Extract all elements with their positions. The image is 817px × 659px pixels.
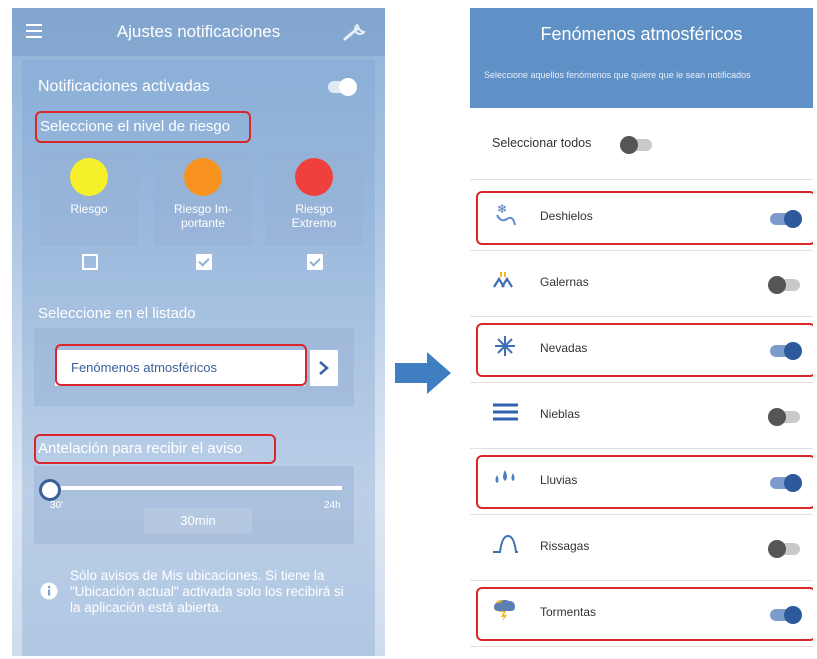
gale-icon	[492, 267, 518, 293]
risk-level-label: Riesgo	[295, 202, 333, 216]
highlight-list-button	[55, 344, 307, 386]
phenomenon-toggle[interactable]	[768, 408, 800, 426]
slider-value-label: 30min	[180, 513, 216, 528]
risk-level-checkbox[interactable]	[307, 254, 323, 270]
risk-color-circle	[295, 158, 333, 196]
select-all-label: Seleccionar todos	[492, 136, 592, 150]
advance-slider-track[interactable]	[50, 486, 342, 490]
info-text: Sólo avisos de Mis ubicaciones. Si tiene…	[70, 568, 344, 615]
slider-min-label: 30'	[50, 500, 64, 511]
risk-level-card[interactable]: Riesgo Im-portante	[154, 150, 252, 246]
highlight-row	[476, 191, 813, 245]
list-section-title: Seleccione en el listado	[38, 305, 196, 322]
left-screen: Ajustes notificaciones Notificaciones ac…	[12, 8, 385, 656]
wave-icon	[492, 531, 518, 557]
risk-level-label: Riesgo Im-	[173, 202, 232, 216]
list-divider	[470, 646, 813, 647]
notifications-toggle[interactable]	[328, 78, 357, 96]
risk-level-checkbox[interactable]	[82, 254, 98, 270]
phenomenon-row: Rissagas	[470, 515, 813, 581]
highlight-row	[476, 455, 813, 509]
select-all-toggle[interactable]	[620, 136, 652, 154]
header	[470, 8, 813, 108]
notifications-label: Notificaciones activadas	[38, 78, 210, 95]
risk-level-checkbox[interactable]	[196, 254, 212, 270]
phenomenon-row: Tormentas	[470, 581, 813, 647]
phenomenon-row: Nieblas	[470, 383, 813, 449]
slider-max-label: 24h	[324, 500, 341, 511]
phenomenon-toggle[interactable]	[768, 540, 800, 558]
phenomena-subtitle: Seleccione aquellos fenómenos que quiere…	[484, 70, 751, 80]
list-open-button[interactable]	[310, 350, 338, 386]
phenomenon-toggle[interactable]	[768, 276, 800, 294]
phenomenon-label: Galernas	[540, 275, 589, 289]
list-divider	[470, 179, 813, 180]
phenomenon-label: Nieblas	[540, 407, 581, 421]
phenomenon-row: Lluvias	[470, 449, 813, 515]
screen-title: Ajustes notificaciones	[116, 22, 281, 41]
risk-level-label: Riesgo	[70, 202, 108, 216]
arrow-right-icon	[395, 352, 451, 394]
phenomenon-row: ❄ Deshielos	[470, 185, 813, 251]
risk-color-circle	[70, 158, 108, 196]
wrench-icon[interactable]	[342, 22, 368, 42]
phenomenon-label: Rissagas	[540, 539, 590, 553]
advance-section-title: Antelación para recibir el aviso	[38, 440, 243, 457]
chevron-right-icon	[319, 361, 329, 375]
risk-level-label: portante	[180, 216, 226, 230]
highlight-row	[476, 587, 813, 641]
highlight-row	[476, 323, 813, 377]
info-icon	[40, 582, 58, 600]
risk-level-label: Extremo	[291, 216, 337, 230]
risk-color-circle	[184, 158, 222, 196]
advance-slider-handle[interactable]	[39, 479, 61, 501]
risk-section-title: Seleccione el nivel de riesgo	[40, 118, 231, 135]
phenomenon-row: Galernas	[470, 251, 813, 317]
phenomena-title: Fenómenos atmosféricos	[540, 24, 743, 44]
risk-level-card[interactable]: Riesgo	[40, 150, 138, 246]
right-screen: Fenómenos atmosféricos Seleccione aquell…	[470, 8, 813, 656]
fog-icon	[492, 399, 518, 425]
risk-level-card[interactable]: Riesgo Extremo	[265, 150, 363, 246]
phenomenon-row: Nevadas	[470, 317, 813, 383]
